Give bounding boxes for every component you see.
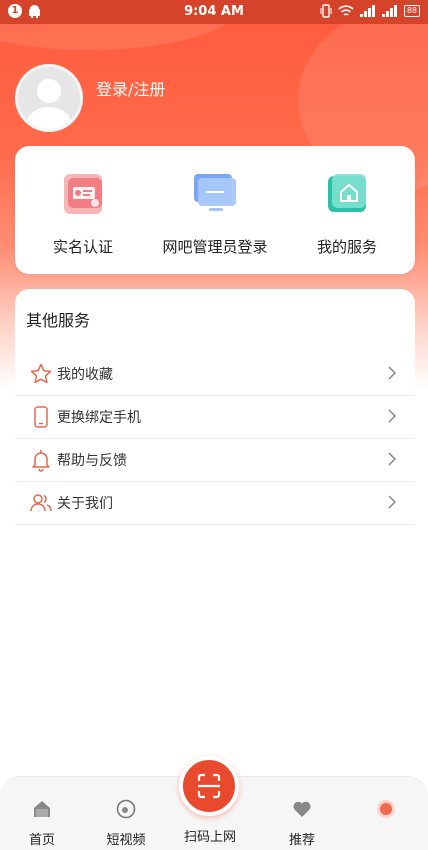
service-cafe-admin-login[interactable]: 网吧管理员登录: [150, 170, 280, 257]
list-item-label: 我的收藏: [57, 367, 113, 383]
service-label: 网吧管理员登录: [162, 238, 268, 256]
app-screen: 1 9:04 AM 88 登录/注册 实名认证 网吧管理员登录 我的服务 其他服…: [0, 0, 428, 850]
signal-icon: [359, 5, 375, 17]
services-card: 实名认证 网吧管理员登录 我的服务: [15, 146, 415, 274]
list-item-change-phone[interactable]: 更换绑定手机: [15, 396, 415, 439]
list-item-label: 关于我们: [57, 496, 113, 512]
heart-tab-icon: [293, 801, 311, 817]
home-tab-icon: [34, 801, 50, 817]
phone-icon: [34, 406, 48, 428]
video-tab-icon: [116, 799, 136, 819]
service-label: 实名认证: [52, 238, 113, 256]
tab-label: 短视频: [106, 833, 146, 848]
tab-label: 首页: [28, 833, 55, 848]
monitor-icon: [194, 174, 236, 211]
tab-label: 推荐: [288, 833, 315, 848]
home-icon: [328, 174, 366, 212]
users-icon: [30, 494, 52, 512]
list-item-about-us[interactable]: 关于我们: [15, 482, 415, 525]
other-services-section: 其他服务 我的收藏 更换绑定手机 帮助与反馈 关于我们: [15, 289, 415, 526]
scan-button-label[interactable]: 扫码上网: [170, 826, 250, 845]
star-icon: [30, 363, 52, 384]
chevron-right-icon: [388, 409, 397, 423]
battery-indicator: 88: [403, 5, 420, 17]
list-item-label: 帮助与反馈: [57, 453, 127, 469]
tab-home[interactable]: 首页: [7, 799, 77, 848]
chevron-right-icon: [388, 452, 397, 466]
scan-button[interactable]: [179, 756, 239, 816]
profile-tab-icon: [377, 800, 395, 818]
service-real-name-auth[interactable]: 实名认证: [18, 170, 148, 257]
vibrate-icon: [320, 4, 332, 18]
scan-icon: [197, 773, 221, 799]
service-my-services[interactable]: 我的服务: [282, 170, 412, 257]
login-register-link[interactable]: 登录/注册: [96, 76, 165, 100]
tab-recommend[interactable]: 推荐: [267, 799, 337, 848]
service-label: 我的服务: [316, 238, 377, 256]
status-right: 88: [320, 4, 420, 18]
chevron-right-icon: [388, 366, 397, 380]
signal-icon: [381, 5, 397, 17]
list-item-label: 更换绑定手机: [57, 410, 141, 426]
wifi-icon: [338, 5, 354, 16]
tab-profile[interactable]: [351, 799, 421, 829]
id-card-icon: [64, 174, 102, 214]
status-bar: 1 9:04 AM 88: [0, 0, 428, 24]
user-silhouette-icon: [27, 79, 71, 129]
list-item-favorites[interactable]: 我的收藏: [15, 353, 415, 396]
section-title: 其他服务: [26, 311, 91, 330]
tab-short-video[interactable]: 短视频: [91, 799, 161, 848]
list-item-help-feedback[interactable]: 帮助与反馈: [15, 439, 415, 482]
bell-icon: [32, 450, 50, 472]
avatar[interactable]: [15, 64, 83, 132]
chevron-right-icon: [388, 495, 397, 509]
